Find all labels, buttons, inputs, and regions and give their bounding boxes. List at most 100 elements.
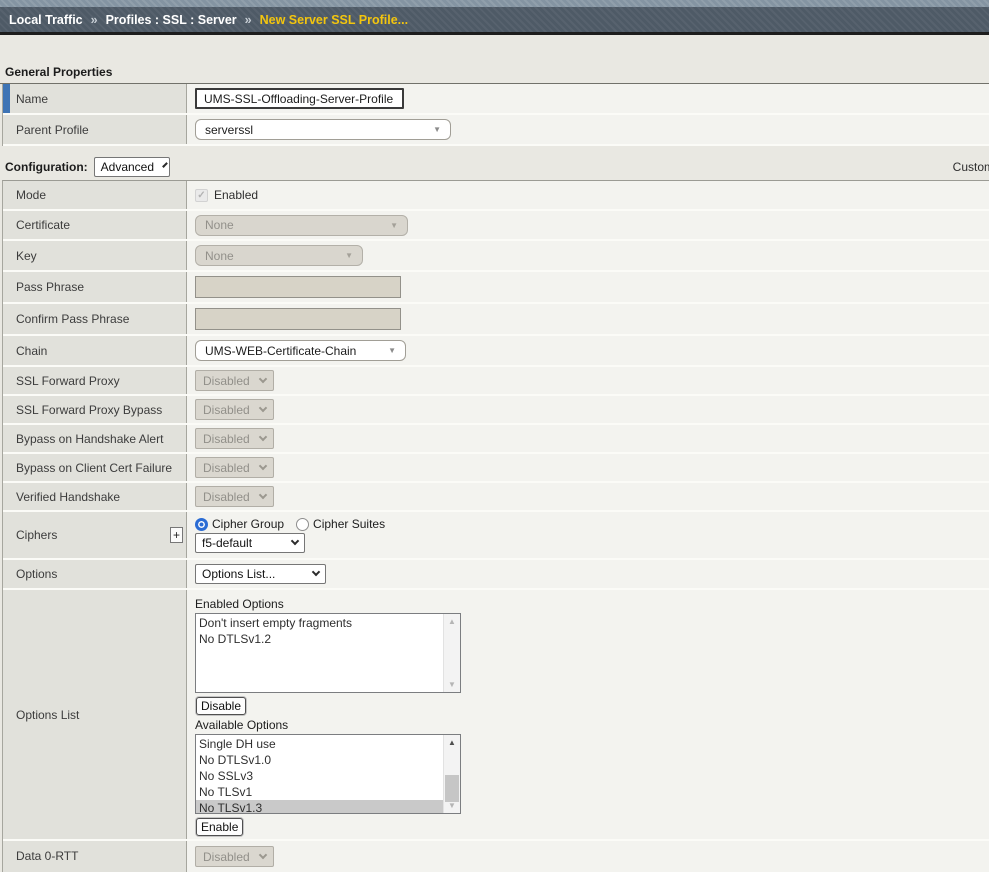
mode-checkbox-label: Enabled [214,188,258,202]
disable-button[interactable]: Disable [196,697,246,715]
scrollbar-thumb[interactable] [445,775,459,802]
data-0rtt-label: Data 0-RTT [16,849,78,863]
enabled-option-item[interactable]: Don't insert empty fragments [196,615,443,631]
ciphers-expand-button[interactable]: + [170,527,183,543]
configuration-heading-row: Configuration: Advanced Custom [0,153,989,180]
available-option-item-selected[interactable]: No TLSv1.3 [196,800,443,813]
pass-phrase-label: Pass Phrase [16,280,84,294]
pass-phrase-input [195,276,401,298]
cipher-group-select-value: f5-default [202,536,252,550]
row-ssl-forward-proxy: SSL Forward Proxy Disabled [3,367,989,396]
cipher-suites-radio-label[interactable]: Cipher Suites [313,517,385,531]
enable-button[interactable]: Enable [196,818,243,836]
cipher-group-select[interactable]: f5-default [195,533,305,553]
row-bypass-on-client-cert-failure: Bypass on Client Cert Failure Disabled [3,454,989,483]
ssl-forward-proxy-bypass-select-value: Disabled [203,403,250,417]
key-label: Key [16,249,37,263]
breadcrumb-separator-icon: » [91,13,98,27]
row-ssl-forward-proxy-bypass: SSL Forward Proxy Bypass Disabled [3,396,989,425]
topbar-bottom-edge [0,32,989,35]
scroll-up-icon[interactable]: ▲ [444,614,460,629]
enabled-options-caption: Enabled Options [195,597,284,611]
available-option-item[interactable]: Single DH use [196,736,443,752]
available-option-item[interactable]: No DTLSv1.0 [196,752,443,768]
ssl-forward-proxy-select-value: Disabled [203,374,250,388]
chevron-down-icon [258,461,266,469]
breadcrumb: Local Traffic » Profiles : SSL : Server … [0,7,989,32]
row-parent-profile: Parent Profile serverssl ▼ [3,115,989,146]
general-properties-heading: General Properties [0,65,989,84]
chain-label: Chain [16,344,47,358]
scrollbar-track[interactable] [444,629,460,677]
bypass-on-handshake-alert-select-value: Disabled [203,432,250,446]
name-input[interactable] [195,88,404,109]
chevron-down-icon [258,850,266,858]
options-select[interactable]: Options List... [195,564,326,584]
row-name: Name [3,84,989,115]
chevron-down-icon [162,162,168,168]
chain-dropdown[interactable]: UMS-WEB-Certificate-Chain ▼ [195,340,406,361]
options-list-label: Options List [16,708,79,722]
bypass-on-client-cert-failure-select: Disabled [195,457,274,478]
data-0rtt-select-value: Disabled [203,850,250,864]
chevron-down-icon [258,432,266,440]
breadcrumb-bar: Local Traffic » Profiles : SSL : Server … [0,0,989,35]
row-chain: Chain UMS-WEB-Certificate-Chain ▼ [3,336,989,367]
dropdown-arrow-icon: ▼ [345,251,353,260]
name-label: Name [16,92,48,106]
breadcrumb-separator-icon: » [245,13,252,27]
parent-profile-dropdown-value: serverssl [205,123,253,137]
dropdown-arrow-icon: ▼ [390,221,398,230]
parent-profile-label: Parent Profile [16,123,89,137]
ssl-forward-proxy-bypass-label: SSL Forward Proxy Bypass [16,403,162,417]
cipher-suites-radio[interactable] [296,518,309,531]
row-key: Key None ▼ [3,241,989,272]
row-ciphers: Ciphers + Cipher Group Cipher Suites f5-… [3,512,989,560]
configuration-view-select[interactable]: Advanced [94,157,170,177]
breadcrumb-local-traffic[interactable]: Local Traffic [9,13,83,27]
bypass-on-handshake-alert-label: Bypass on Handshake Alert [16,432,163,446]
cipher-group-radio-label[interactable]: Cipher Group [212,517,284,531]
chevron-down-icon [312,568,320,576]
bypass-on-client-cert-failure-select-value: Disabled [203,461,250,475]
available-options-listbox[interactable]: Single DH use No DTLSv1.0 No SSLv3 No TL… [195,734,461,814]
certificate-dropdown-value: None [205,218,234,232]
certificate-label: Certificate [16,218,70,232]
scrollbar-track[interactable] [444,750,460,798]
parent-profile-dropdown[interactable]: serverssl ▼ [195,119,451,140]
configuration-view-select-value: Advanced [101,160,154,174]
row-confirm-pass-phrase: Confirm Pass Phrase [3,304,989,336]
options-select-value: Options List... [202,567,275,581]
breadcrumb-profiles-ssl-server[interactable]: Profiles : SSL : Server [106,13,237,27]
dropdown-arrow-icon: ▼ [388,346,396,355]
scroll-up-icon[interactable]: ▲ [444,735,460,750]
mode-checkbox: ✓ [195,189,208,202]
cipher-group-radio[interactable] [195,518,208,531]
dropdown-arrow-icon: ▼ [433,125,441,134]
verified-handshake-select-value: Disabled [203,490,250,504]
chain-dropdown-value: UMS-WEB-Certificate-Chain [205,344,356,358]
general-properties-table: Name Parent Profile serverssl ▼ [2,84,989,146]
bypass-on-client-cert-failure-label: Bypass on Client Cert Failure [16,461,172,475]
name-label-cell: Name [3,84,187,113]
enabled-option-item[interactable]: No DTLSv1.2 [196,631,443,647]
ciphers-label: Ciphers [16,528,57,542]
enabled-options-scrollbar[interactable]: ▲ ▼ [443,614,460,692]
verified-handshake-select: Disabled [195,486,274,507]
available-options-scrollbar[interactable]: ▲ ▼ [443,735,460,813]
enabled-options-listbox[interactable]: Don't insert empty fragments No DTLSv1.2… [195,613,461,693]
row-pass-phrase: Pass Phrase [3,272,989,304]
ssl-forward-proxy-bypass-select: Disabled [195,399,274,420]
verified-handshake-label: Verified Handshake [16,490,120,504]
available-option-item[interactable]: No TLSv1 [196,784,443,800]
scroll-down-icon[interactable]: ▼ [444,677,460,692]
available-options-caption: Available Options [195,718,288,732]
row-data-0rtt: Data 0-RTT Disabled [3,841,989,872]
custom-column-header: Custom [953,160,989,174]
available-option-item[interactable]: No SSLv3 [196,768,443,784]
row-certificate: Certificate None ▼ [3,211,989,241]
chevron-down-icon [258,374,266,382]
chevron-down-icon [258,403,266,411]
chevron-down-icon [258,490,266,498]
key-dropdown: None ▼ [195,245,363,266]
